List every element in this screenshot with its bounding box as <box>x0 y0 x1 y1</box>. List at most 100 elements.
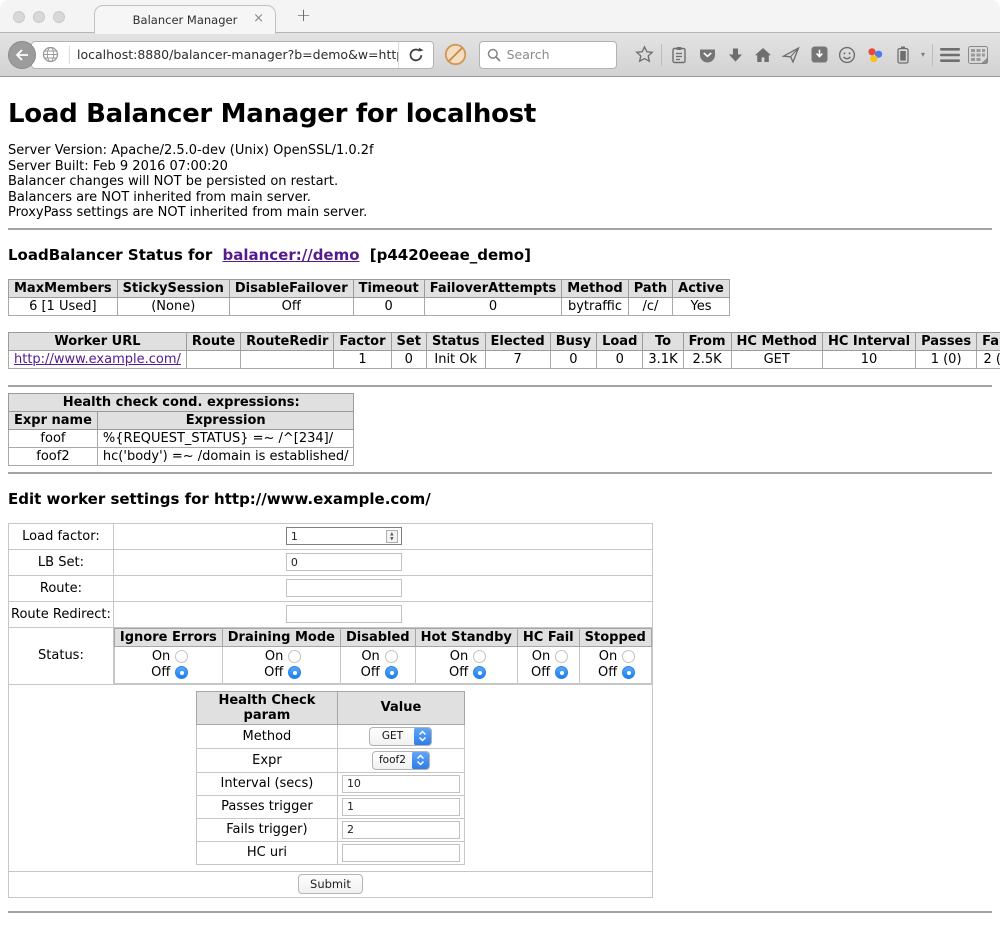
colored-dots-icon <box>866 46 884 64</box>
route-input[interactable] <box>286 579 402 597</box>
on-label: On <box>595 649 617 665</box>
worker-url-link[interactable]: http://www.example.com/ <box>14 352 181 367</box>
worker-status-table: Worker URL Route RouteRedir Factor Set S… <box>8 332 1000 369</box>
divider <box>8 228 992 230</box>
off-label: Off <box>595 665 617 681</box>
expr-label: Expr <box>196 748 337 772</box>
navigation-toolbar: localhost:8880/balancer-manager?b=demo&w… <box>0 33 1000 77</box>
method-label: Method <box>196 724 337 748</box>
radio-on[interactable] <box>555 650 568 663</box>
tab-balancer-manager[interactable]: Balancer Manager × <box>94 5 276 34</box>
form-row-lb-set: LB Set: <box>9 549 653 575</box>
tiles-button[interactable] <box>964 46 992 64</box>
header-cell: From <box>683 332 731 350</box>
route-redirect-input[interactable] <box>286 605 402 623</box>
radio-group-disabled: On Off <box>340 646 415 683</box>
tiles-grid-icon <box>968 46 988 64</box>
hc-uri-input[interactable] <box>342 844 460 862</box>
pocket-button[interactable] <box>693 46 721 64</box>
content-blocker-button[interactable] <box>444 43 467 66</box>
cell-expression: %{REQUEST_STATUS} =~ /^[234]/ <box>97 429 354 447</box>
radio-on[interactable] <box>175 650 188 663</box>
close-tab-icon[interactable]: × <box>253 12 264 25</box>
download-arrow-icon <box>728 47 743 63</box>
header-hc-fail: HC Fail <box>517 628 579 646</box>
radio-off[interactable] <box>473 666 486 679</box>
hc-row-expr: Expr foof2 <box>196 748 464 772</box>
save-page-button[interactable] <box>805 46 833 63</box>
back-button[interactable] <box>8 41 36 69</box>
colors-extension-button[interactable] <box>861 46 889 64</box>
menu-button[interactable] <box>936 48 964 62</box>
minimize-window-button[interactable] <box>33 11 45 23</box>
divider <box>8 385 992 387</box>
battery-icon <box>897 46 909 64</box>
header-cell: HC Method <box>731 332 822 350</box>
url-text[interactable]: localhost:8880/balancer-manager?b=demo&w… <box>77 47 398 62</box>
cell-maxmembers: 6 [1 Used] <box>9 297 118 315</box>
cell-busy: 0 <box>550 350 596 368</box>
health-check-expressions-table: Health check cond. expressions: Expr nam… <box>8 393 354 466</box>
submit-button[interactable]: Submit <box>298 874 363 894</box>
reading-list-button[interactable] <box>665 46 693 64</box>
balancer-link[interactable]: balancer://demo <box>222 246 359 264</box>
header-disabled: Disabled <box>340 628 415 646</box>
cell-hc-interval: 10 <box>822 350 915 368</box>
expr-select-value: foof2 <box>373 754 412 766</box>
radio-off[interactable] <box>622 666 635 679</box>
new-tab-button[interactable]: + <box>296 5 311 26</box>
overflow-caret-icon[interactable]: ▾ <box>917 50 929 59</box>
form-row-route-redirect: Route Redirect: <box>9 601 653 627</box>
interval-input[interactable] <box>342 775 460 793</box>
load-factor-input[interactable] <box>286 527 402 545</box>
bottom-divider <box>8 911 992 913</box>
page-title: Load Balancer Manager for localhost <box>8 77 992 129</box>
expr-select[interactable]: foof2 <box>372 751 430 770</box>
bookmark-star-button[interactable] <box>630 45 658 64</box>
fails-input[interactable] <box>342 821 460 839</box>
table-header-row: MaxMembers StickySession DisableFailover… <box>9 279 730 297</box>
header-cell: Expression <box>97 411 354 429</box>
cell-expr-name: foof2 <box>9 447 98 465</box>
close-window-button[interactable] <box>13 11 25 23</box>
home-button[interactable] <box>749 47 777 63</box>
paper-plane-icon <box>782 46 800 64</box>
divider <box>8 472 992 474</box>
radio-off[interactable] <box>385 666 398 679</box>
cell-active: Yes <box>673 297 730 315</box>
bookmark-star-icon <box>635 45 654 64</box>
inherit-note-line: Balancers are NOT inherited from main se… <box>8 190 992 206</box>
radio-on[interactable] <box>473 650 486 663</box>
balancer-status-heading: LoadBalancer Status for balancer://demo … <box>8 246 992 264</box>
header-cell: DisableFailover <box>229 279 353 297</box>
url-bar[interactable]: localhost:8880/balancer-manager?b=demo&w… <box>31 41 434 69</box>
header-cell: To <box>643 332 683 350</box>
downloads-button[interactable] <box>721 47 749 63</box>
battery-extension-button[interactable] <box>889 46 917 64</box>
radio-group-draining-mode: On Off <box>222 646 340 683</box>
search-bar[interactable] <box>479 41 617 69</box>
tab-bar: Balancer Manager × + <box>0 0 1000 33</box>
radio-off[interactable] <box>175 666 188 679</box>
hc-uri-label: HC uri <box>196 841 337 864</box>
forum-button[interactable] <box>833 46 861 64</box>
method-select[interactable]: GET <box>369 727 432 746</box>
radio-on[interactable] <box>622 650 635 663</box>
status-radio-row: On Off On Off On Off <box>114 646 651 683</box>
reload-button[interactable] <box>398 42 433 68</box>
number-stepper-icon[interactable]: ▲▼ <box>386 530 398 543</box>
lb-set-input[interactable] <box>286 553 402 571</box>
window-controls <box>13 11 65 23</box>
off-label: Off <box>528 665 550 681</box>
zoom-window-button[interactable] <box>53 11 65 23</box>
pocket-icon <box>698 46 717 64</box>
radio-on[interactable] <box>288 650 301 663</box>
passes-input[interactable] <box>342 798 460 816</box>
radio-off[interactable] <box>555 666 568 679</box>
search-input[interactable] <box>507 47 607 62</box>
radio-off[interactable] <box>288 666 301 679</box>
radio-on[interactable] <box>385 650 398 663</box>
on-label: On <box>358 649 380 665</box>
cell-passes: 1 (0) <box>916 350 977 368</box>
send-tab-button[interactable] <box>777 46 805 64</box>
